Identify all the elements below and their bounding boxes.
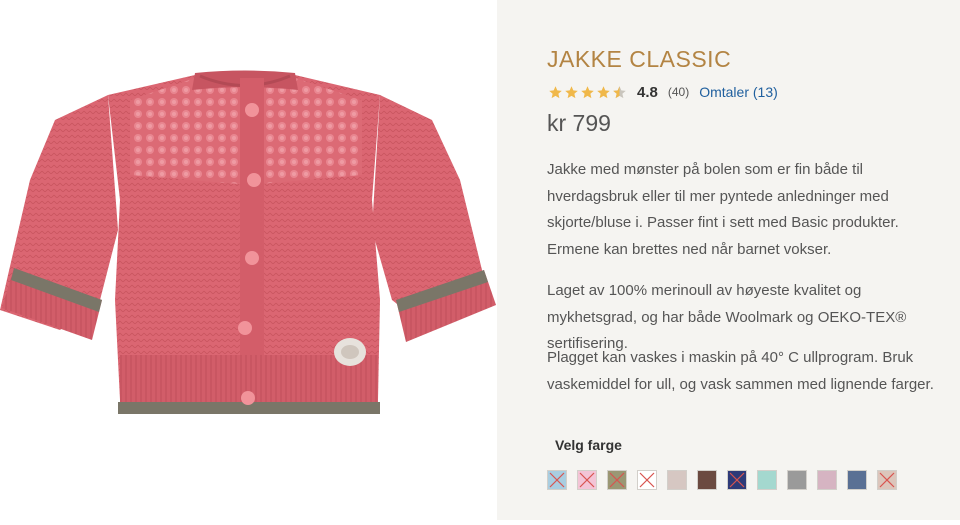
cardigan-image[interactable] <box>0 0 497 520</box>
color-swatch[interactable] <box>787 470 807 490</box>
button <box>245 103 259 117</box>
color-swatch[interactable] <box>667 470 687 490</box>
color-swatch[interactable] <box>697 470 717 490</box>
star-icon <box>597 85 610 98</box>
unavailable-cross-icon <box>609 472 625 488</box>
star-rating <box>548 85 627 100</box>
color-swatch-unavailable[interactable] <box>577 470 597 490</box>
unavailable-cross-icon <box>729 472 745 488</box>
rating-row: 4.8 (40) Omtaler (13) <box>548 82 778 102</box>
star-icon <box>549 85 562 98</box>
color-swatch[interactable] <box>847 470 867 490</box>
color-swatch-unavailable[interactable] <box>547 470 567 490</box>
color-swatch-unavailable[interactable] <box>727 470 747 490</box>
color-swatch-unavailable[interactable] <box>877 470 897 490</box>
button <box>245 251 259 265</box>
half-star-icon <box>613 85 626 98</box>
product-info-pane: JAKKE CLASSIC 4.8 (40) Omtaler (13) kr 7… <box>497 0 960 520</box>
color-swatch[interactable] <box>817 470 837 490</box>
color-swatch[interactable] <box>757 470 777 490</box>
unavailable-cross-icon <box>579 472 595 488</box>
reviews-link[interactable]: Omtaler (13) <box>699 84 778 100</box>
product-image-pane <box>0 0 497 520</box>
description-paragraph: Jakke med mønster på bolen som er fin bå… <box>547 161 899 258</box>
color-swatch-unavailable[interactable] <box>637 470 657 490</box>
star-icon <box>565 85 578 98</box>
star-icon <box>581 85 594 98</box>
product-page: JAKKE CLASSIC 4.8 (40) Omtaler (13) kr 7… <box>0 0 960 520</box>
description-paragraph: Plagget kan vaskes i maskin på 40° C ull… <box>547 349 934 393</box>
unavailable-cross-icon <box>879 472 895 488</box>
color-picker-label: Velg farge <box>555 437 622 453</box>
rating-count: (40) <box>667 85 690 99</box>
button <box>247 173 261 187</box>
unavailable-cross-icon <box>549 472 565 488</box>
rating-value: 4.8 <box>637 83 658 101</box>
color-swatch-list <box>547 470 897 490</box>
unavailable-cross-icon <box>639 472 655 488</box>
button <box>238 321 252 335</box>
product-title: JAKKE CLASSIC <box>547 46 732 72</box>
product-price: kr 799 <box>547 110 611 136</box>
color-swatch-unavailable[interactable] <box>607 470 627 490</box>
button <box>241 391 255 405</box>
